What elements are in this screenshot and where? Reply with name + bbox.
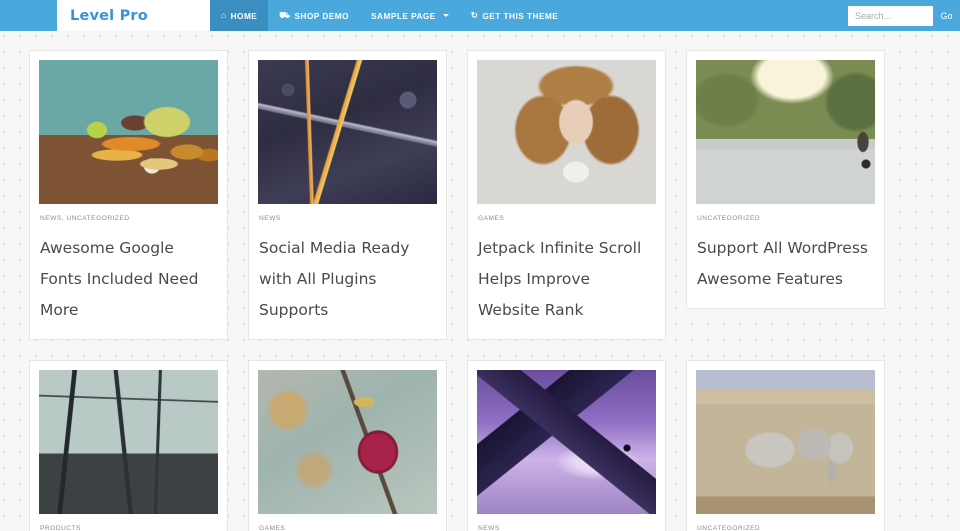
refresh-icon: ↻ — [471, 11, 479, 20]
post-grid: NEWS, UNCATEGORIZED Awesome Google Fonts … — [29, 50, 931, 531]
post-categories[interactable]: GAMES — [259, 525, 436, 531]
post-card[interactable]: NEWS, UNCATEGORIZED Awesome Google Fonts … — [29, 50, 228, 340]
post-thumbnail[interactable] — [477, 60, 656, 204]
home-icon: ⌂ — [221, 11, 227, 20]
site-logo[interactable]: Level Pro — [57, 0, 210, 31]
post-card-body: GAMESThese Are Test Post To — [258, 514, 437, 531]
post-thumbnail[interactable] — [258, 60, 437, 204]
post-card[interactable]: NEWS Social Media Ready with All Plugins … — [248, 50, 447, 340]
nav-item-label: GET THIS THEME — [482, 11, 558, 21]
post-thumbnail[interactable] — [39, 370, 218, 514]
post-card[interactable]: NEWSLorem Ipsum Dolor Sit — [467, 360, 666, 531]
main-content: NEWS, UNCATEGORIZED Awesome Google Fonts … — [0, 31, 960, 531]
post-card-body: GAMES Jetpack Infinite Scroll Helps Impro… — [477, 204, 656, 339]
post-thumbnail[interactable] — [696, 370, 875, 514]
search-input[interactable] — [848, 6, 933, 26]
chevron-down-icon — [443, 14, 449, 17]
nav-item-sample-page[interactable]: SAMPLE PAGE — [360, 0, 460, 31]
post-card[interactable]: UNCATEGORIZED Support All WordPress Aweso… — [686, 50, 885, 309]
nav-item-get-this-theme[interactable]: ↻GET THIS THEME — [460, 0, 569, 31]
post-title[interactable]: Jetpack Infinite Scroll Helps Improve We… — [478, 233, 655, 326]
post-card-body: NEWS Social Media Ready with All Plugins … — [258, 204, 437, 339]
post-categories[interactable]: NEWS — [478, 525, 655, 531]
post-card-body: UNCATEGORIZEDFull Design Control and — [696, 514, 875, 531]
nav-item-label: SAMPLE PAGE — [371, 11, 436, 21]
post-card-body: NEWS, UNCATEGORIZED Awesome Google Fonts … — [39, 204, 218, 339]
cart-icon: ⛟ — [279, 11, 290, 20]
post-thumbnail[interactable] — [39, 60, 218, 204]
post-thumbnail[interactable] — [696, 60, 875, 204]
nav-item-label: SHOP DEMO — [294, 11, 349, 21]
post-thumbnail[interactable] — [477, 370, 656, 514]
site-logo-text: Level Pro — [70, 8, 148, 24]
search-submit-button[interactable]: Go — [933, 6, 960, 26]
site-header: Level Pro ⌂ HOME ⛟ SHOP DEMO SAMPLE PAGE ↻GET… — [0, 0, 960, 31]
post-card[interactable]: GAMESThese Are Test Post To — [248, 360, 447, 531]
header-search: Go — [848, 0, 960, 31]
post-card[interactable]: PRODUCTSResponsive Website — [29, 360, 228, 531]
primary-navigation: ⌂ HOME ⛟ SHOP DEMO SAMPLE PAGE ↻GET THIS THEM… — [210, 0, 569, 31]
post-categories[interactable]: UNCATEGORIZED — [697, 525, 874, 531]
header-nav-area: ⌂ HOME ⛟ SHOP DEMO SAMPLE PAGE ↻GET THIS THEM… — [210, 0, 960, 31]
post-categories[interactable]: NEWS — [259, 215, 436, 222]
post-categories[interactable]: NEWS, UNCATEGORIZED — [40, 215, 217, 222]
header-left-spacer — [0, 0, 57, 31]
post-card-body: UNCATEGORIZED Support All WordPress Aweso… — [696, 204, 875, 308]
post-card-body: NEWSLorem Ipsum Dolor Sit — [477, 514, 656, 531]
post-categories[interactable]: GAMES — [478, 215, 655, 222]
nav-item-home[interactable]: ⌂ HOME — [210, 0, 268, 31]
post-title[interactable]: Social Media Ready with All Plugins Supp… — [259, 233, 436, 326]
post-card[interactable]: GAMES Jetpack Infinite Scroll Helps Impro… — [467, 50, 666, 340]
post-card[interactable]: UNCATEGORIZEDFull Design Control and — [686, 360, 885, 531]
post-categories[interactable]: PRODUCTS — [40, 525, 217, 531]
post-categories[interactable]: UNCATEGORIZED — [697, 215, 874, 222]
post-title[interactable]: Awesome Google Fonts Included Need More — [40, 233, 217, 326]
post-thumbnail[interactable] — [258, 370, 437, 514]
post-card-body: PRODUCTSResponsive Website — [39, 514, 218, 531]
nav-item-shop-demo[interactable]: ⛟ SHOP DEMO — [268, 0, 360, 31]
post-title[interactable]: Support All WordPress Awesome Features — [697, 233, 874, 295]
nav-item-label: HOME — [231, 11, 258, 21]
